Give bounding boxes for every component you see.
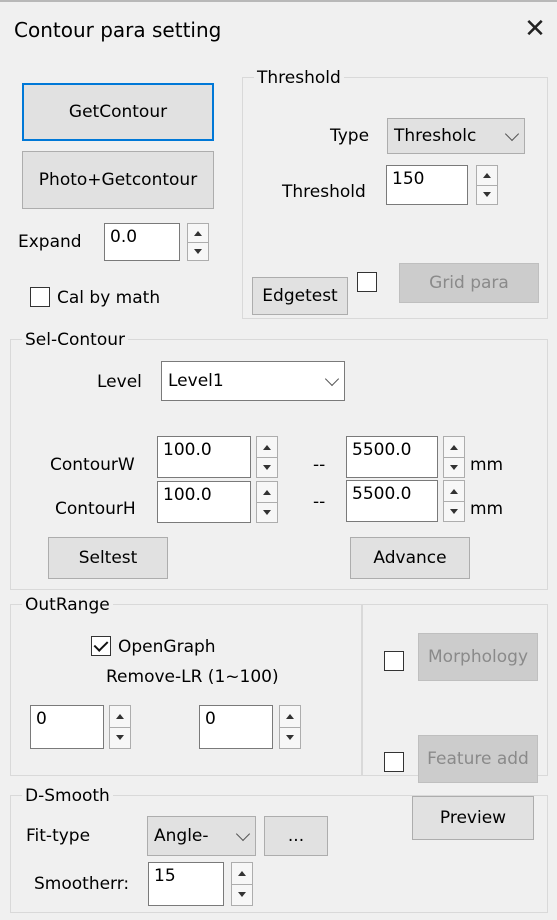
range-separator: -- <box>313 492 326 512</box>
level-label: Level <box>97 372 142 392</box>
remove-left-spinner[interactable] <box>109 705 131 749</box>
level-select-value: Level1 <box>168 371 224 391</box>
range-separator: -- <box>313 455 326 475</box>
unit-label: mm <box>470 499 504 519</box>
spin-up-icon[interactable] <box>444 481 464 502</box>
spin-up-icon[interactable] <box>188 224 208 243</box>
contour-w-label: ContourW <box>50 455 135 475</box>
photo-get-contour-button[interactable]: Photo+Getcontour <box>22 151 214 209</box>
type-select[interactable]: Thresholc <box>387 118 525 154</box>
seltest-button[interactable]: Seltest <box>48 537 168 579</box>
contour-h-label: ContourH <box>55 499 136 519</box>
cal-by-math-checkbox[interactable] <box>30 287 50 307</box>
threshold-spinner[interactable] <box>476 165 498 205</box>
unit-label: mm <box>470 455 504 475</box>
remove-right-input[interactable]: 0 <box>199 705 273 749</box>
contour-h-max-input[interactable]: 5500.0 <box>346 480 438 522</box>
morphology-button[interactable]: Morphology <box>418 633 538 681</box>
spin-down-icon[interactable] <box>188 242 208 260</box>
out-range-group <box>10 604 363 776</box>
spin-down-icon[interactable] <box>280 727 300 748</box>
spin-down-icon[interactable] <box>232 884 252 905</box>
spin-up-icon[interactable] <box>477 166 497 186</box>
chevron-down-icon <box>324 371 340 387</box>
preview-button[interactable]: Preview <box>412 796 534 840</box>
expand-label: Expand <box>18 232 82 252</box>
remove-right-spinner[interactable] <box>279 705 301 749</box>
feature-add-checkbox[interactable] <box>384 752 404 772</box>
spin-up-icon[interactable] <box>110 706 130 728</box>
morphology-checkbox[interactable] <box>384 651 404 671</box>
chevron-down-icon <box>235 826 251 842</box>
type-select-value: Thresholc <box>394 126 477 146</box>
feature-add-button[interactable]: Feature add <box>418 735 538 783</box>
level-select[interactable]: Level1 <box>161 361 345 401</box>
threshold-label: Threshold <box>282 182 366 202</box>
edgetest-checkbox[interactable] <box>357 272 377 292</box>
get-contour-button[interactable]: GetContour <box>22 83 214 141</box>
open-graph-label: OpenGraph <box>118 637 216 657</box>
contour-h-max-spinner[interactable] <box>443 480 465 522</box>
spin-down-icon[interactable] <box>257 502 277 522</box>
window-top-border <box>0 0 557 2</box>
expand-input[interactable]: 0.0 <box>104 223 180 261</box>
spin-up-icon[interactable] <box>232 863 252 885</box>
spin-down-icon[interactable] <box>444 457 464 477</box>
contour-w-max-spinner[interactable] <box>443 436 465 478</box>
advance-button[interactable]: Advance <box>350 537 470 579</box>
fit-type-more-button[interactable]: ... <box>264 816 328 856</box>
fit-type-label: Fit-type <box>26 826 91 846</box>
expand-spinner[interactable] <box>187 223 209 261</box>
spin-down-icon[interactable] <box>110 727 130 748</box>
spin-down-icon[interactable] <box>477 185 497 204</box>
type-label: Type <box>330 126 370 146</box>
threshold-group-label: Threshold <box>254 68 344 88</box>
grid-para-button[interactable]: Grid para <box>399 263 539 303</box>
spin-down-icon[interactable] <box>444 501 464 521</box>
smootherr-label: Smootherr: <box>34 874 130 894</box>
close-icon[interactable]: ✕ <box>522 14 548 44</box>
threshold-input[interactable]: 150 <box>386 165 468 205</box>
contour-w-min-spinner[interactable] <box>256 436 278 478</box>
d-smooth-group-label: D-Smooth <box>22 786 113 806</box>
remove-left-input[interactable]: 0 <box>30 705 104 749</box>
contour-w-min-input[interactable]: 100.0 <box>157 436 251 478</box>
smootherr-spinner[interactable] <box>231 862 253 906</box>
cal-by-math-label: Cal by math <box>57 288 161 308</box>
edgetest-button[interactable]: Edgetest <box>252 277 348 315</box>
out-range-group-label: OutRange <box>22 595 113 615</box>
contour-h-min-input[interactable]: 100.0 <box>157 481 251 523</box>
chevron-down-icon <box>504 126 520 142</box>
contour-h-min-spinner[interactable] <box>256 481 278 523</box>
remove-lr-label: Remove-LR (1~100) <box>106 667 279 687</box>
smootherr-input[interactable]: 15 <box>148 862 224 906</box>
open-graph-checkbox[interactable] <box>91 636 111 656</box>
sel-contour-group-label: Sel-Contour <box>22 330 128 350</box>
contour-w-max-input[interactable]: 5500.0 <box>346 436 438 478</box>
spin-up-icon[interactable] <box>257 437 277 458</box>
fit-type-select-value: Angle- <box>154 826 209 846</box>
spin-up-icon[interactable] <box>444 437 464 458</box>
window-title: Contour para setting <box>14 18 222 42</box>
spin-down-icon[interactable] <box>257 457 277 477</box>
fit-type-select[interactable]: Angle- <box>147 816 256 856</box>
spin-up-icon[interactable] <box>257 482 277 503</box>
spin-up-icon[interactable] <box>280 706 300 728</box>
